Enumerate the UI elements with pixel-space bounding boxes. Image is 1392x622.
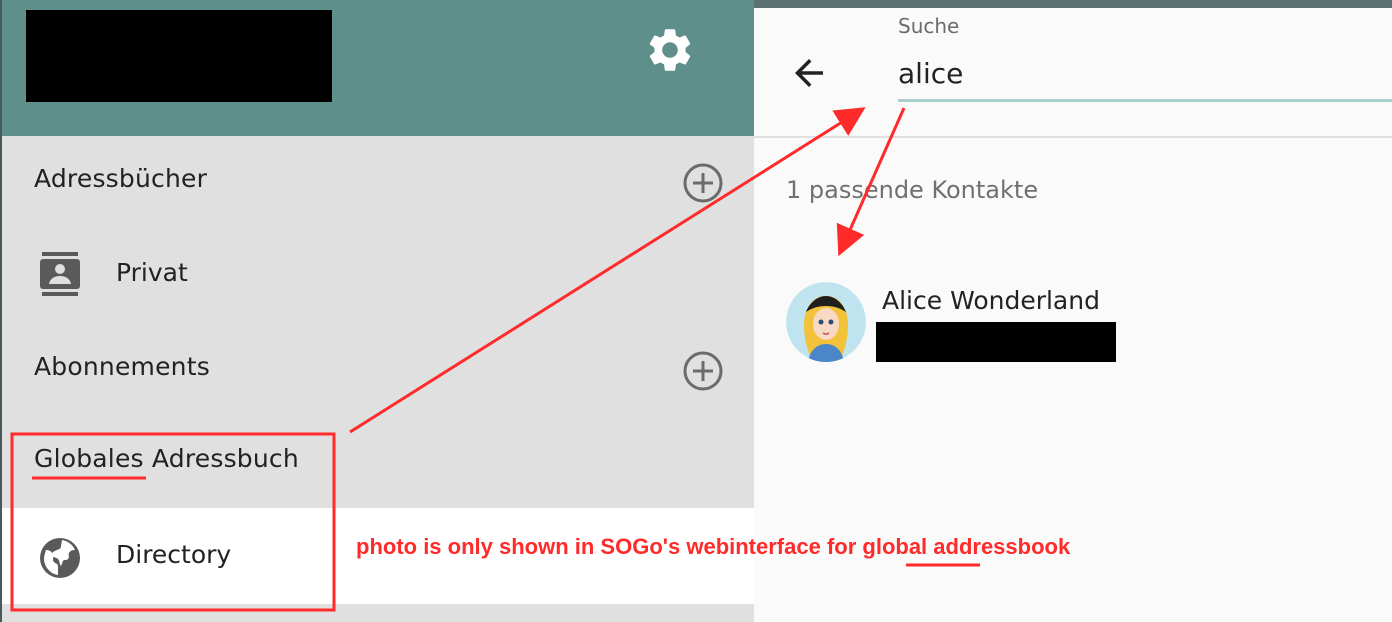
- redacted-contact-detail: [876, 322, 1116, 362]
- globe-icon: [40, 538, 80, 578]
- search-label: Suche: [898, 14, 960, 38]
- sidebar-item-label: Directory: [116, 540, 232, 569]
- arrow-left-icon[interactable]: [788, 52, 830, 94]
- add-address-book-icon[interactable]: [682, 162, 724, 204]
- search-toolbar: Suche: [754, 0, 1392, 138]
- section-title-global: Globales Adressbuch: [34, 444, 299, 473]
- result-count: 1 passende Kontakte: [786, 176, 1039, 204]
- section-title-address-books: Adressbücher: [34, 164, 208, 193]
- add-subscription-icon[interactable]: [682, 350, 724, 392]
- search-input[interactable]: [898, 48, 1392, 102]
- sidebar: Adressbücher Privat Abonnements Globales…: [0, 0, 754, 622]
- sidebar-header: [2, 0, 754, 136]
- contact-list-item[interactable]: Alice Wonderland: [786, 280, 1126, 366]
- contact-card-icon: [40, 252, 80, 296]
- sidebar-item-privat[interactable]: Privat: [2, 228, 754, 322]
- redacted-logo: [26, 10, 332, 102]
- contact-avatar: [786, 282, 866, 362]
- section-title-subscriptions: Abonnements: [34, 352, 210, 381]
- sidebar-item-label: Privat: [116, 258, 188, 287]
- gear-icon[interactable]: [644, 24, 696, 76]
- annotation-note: photo is only shown in SOGo's webinterfa…: [356, 534, 1071, 559]
- contact-name: Alice Wonderland: [882, 286, 1100, 315]
